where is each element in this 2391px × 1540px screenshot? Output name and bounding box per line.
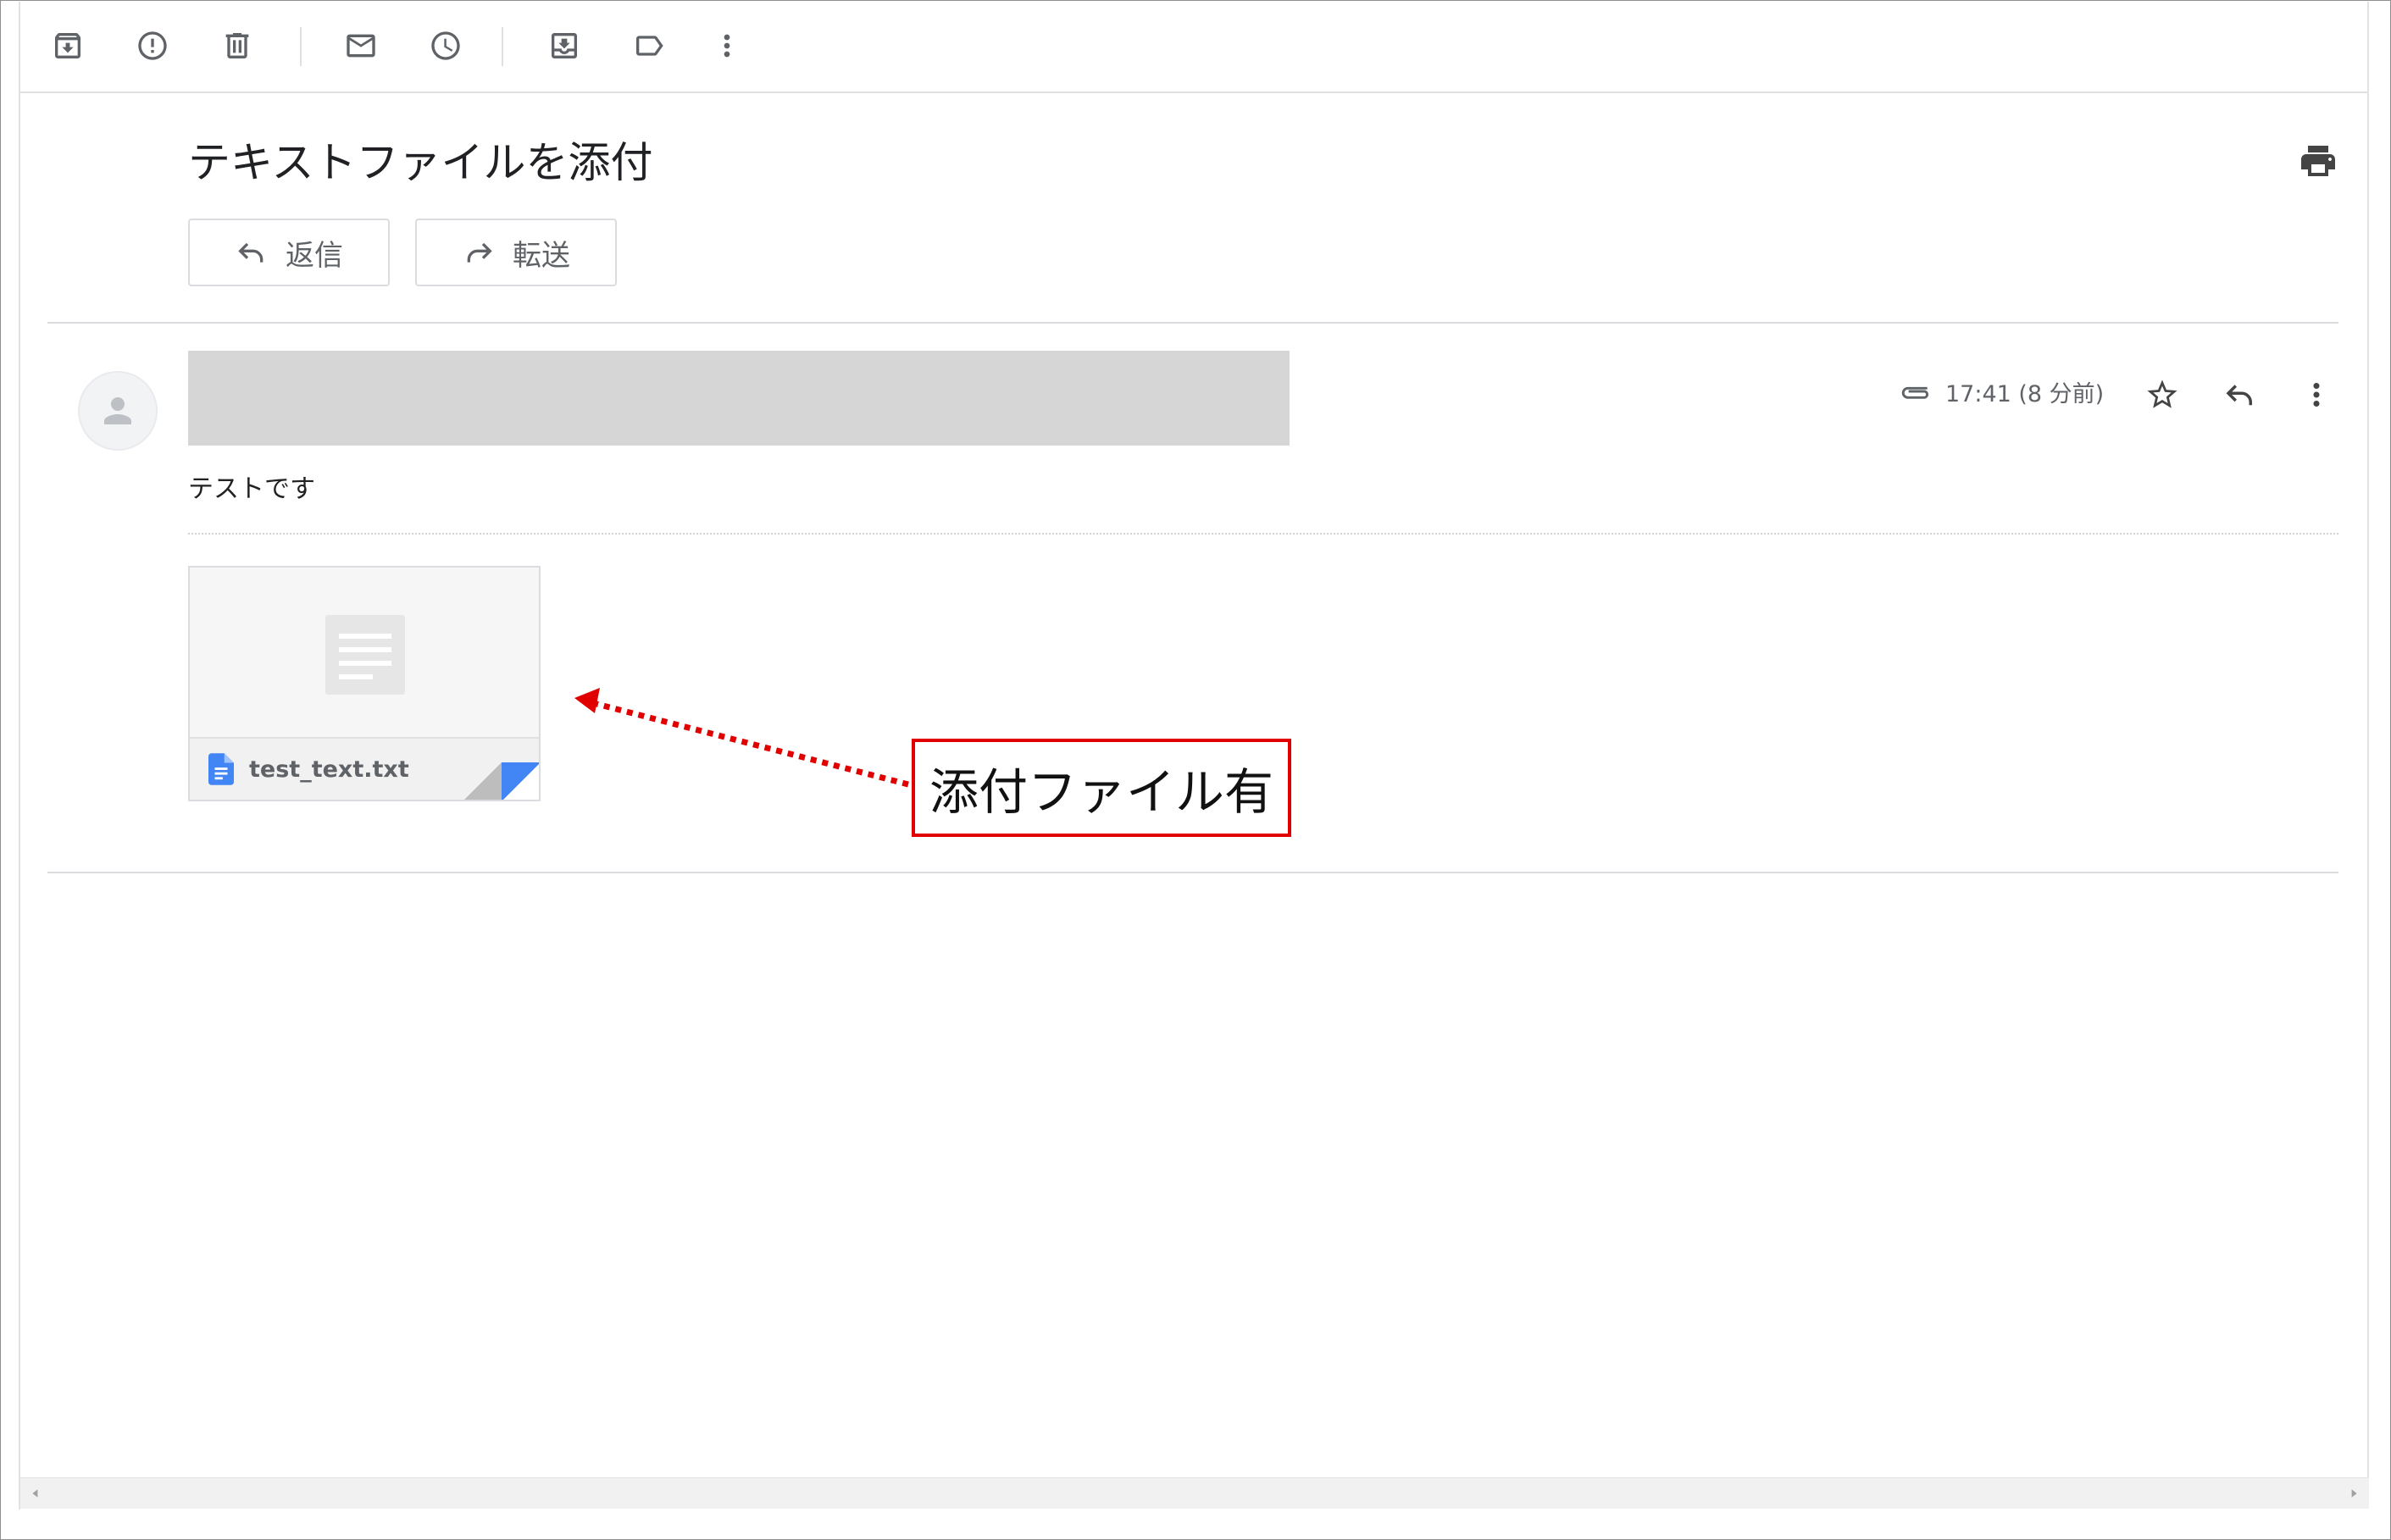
label-icon[interactable] [627, 24, 671, 68]
email-subject: テキストファイルを添付 [188, 138, 653, 187]
report-spam-icon[interactable] [130, 24, 175, 68]
message-body: テストです [188, 474, 315, 504]
forward-icon [467, 242, 492, 263]
text-file-preview-icon [325, 615, 405, 695]
avatar[interactable] [78, 371, 158, 451]
attachment-preview [190, 568, 539, 737]
forward-label: 転送 [513, 238, 570, 273]
left-border [19, 2, 20, 1510]
reply-button[interactable]: 返信 [188, 219, 390, 286]
message-meta: 17:41 (8 分前) [1896, 373, 2104, 410]
more-vert-icon[interactable] [705, 24, 749, 68]
message-end-divider [47, 872, 2338, 873]
attachment-fold-corner [464, 762, 539, 800]
annotation-label: 添付ファイル有 [912, 739, 1291, 837]
snooze-icon[interactable] [424, 24, 468, 68]
docs-file-icon [208, 753, 234, 785]
archive-icon[interactable] [46, 24, 90, 68]
star-icon[interactable] [2139, 371, 2186, 418]
print-icon[interactable] [2298, 141, 2338, 181]
attachment-card[interactable]: test_text.txt [188, 566, 541, 801]
person-icon [104, 397, 131, 424]
move-to-icon[interactable] [542, 24, 586, 68]
toolbar-separator [300, 27, 302, 66]
scroll-left-icon[interactable] [27, 1485, 44, 1502]
attachment-separator [188, 533, 2338, 535]
horizontal-scrollbar[interactable] [20, 1477, 2369, 1509]
toolbar-separator [502, 27, 503, 66]
email-toolbar [20, 0, 2367, 93]
thread-divider [47, 322, 2338, 324]
scroll-right-icon[interactable] [2345, 1485, 2362, 1502]
reply-icon [238, 242, 264, 263]
message-time: 17:41 (8 分前) [1945, 380, 2105, 407]
mark-unread-icon[interactable] [339, 24, 383, 68]
attachment-clip-icon [1901, 386, 1929, 399]
reply-label: 返信 [286, 238, 343, 273]
more-vert-icon[interactable] [2293, 371, 2340, 418]
right-border [2367, 2, 2369, 1481]
forward-button[interactable]: 転送 [415, 219, 617, 286]
delete-icon[interactable] [215, 24, 259, 68]
reply-icon[interactable] [2216, 371, 2264, 418]
sender-info-redacted [188, 351, 1290, 446]
attachment-filename: test_text.txt [249, 756, 409, 783]
